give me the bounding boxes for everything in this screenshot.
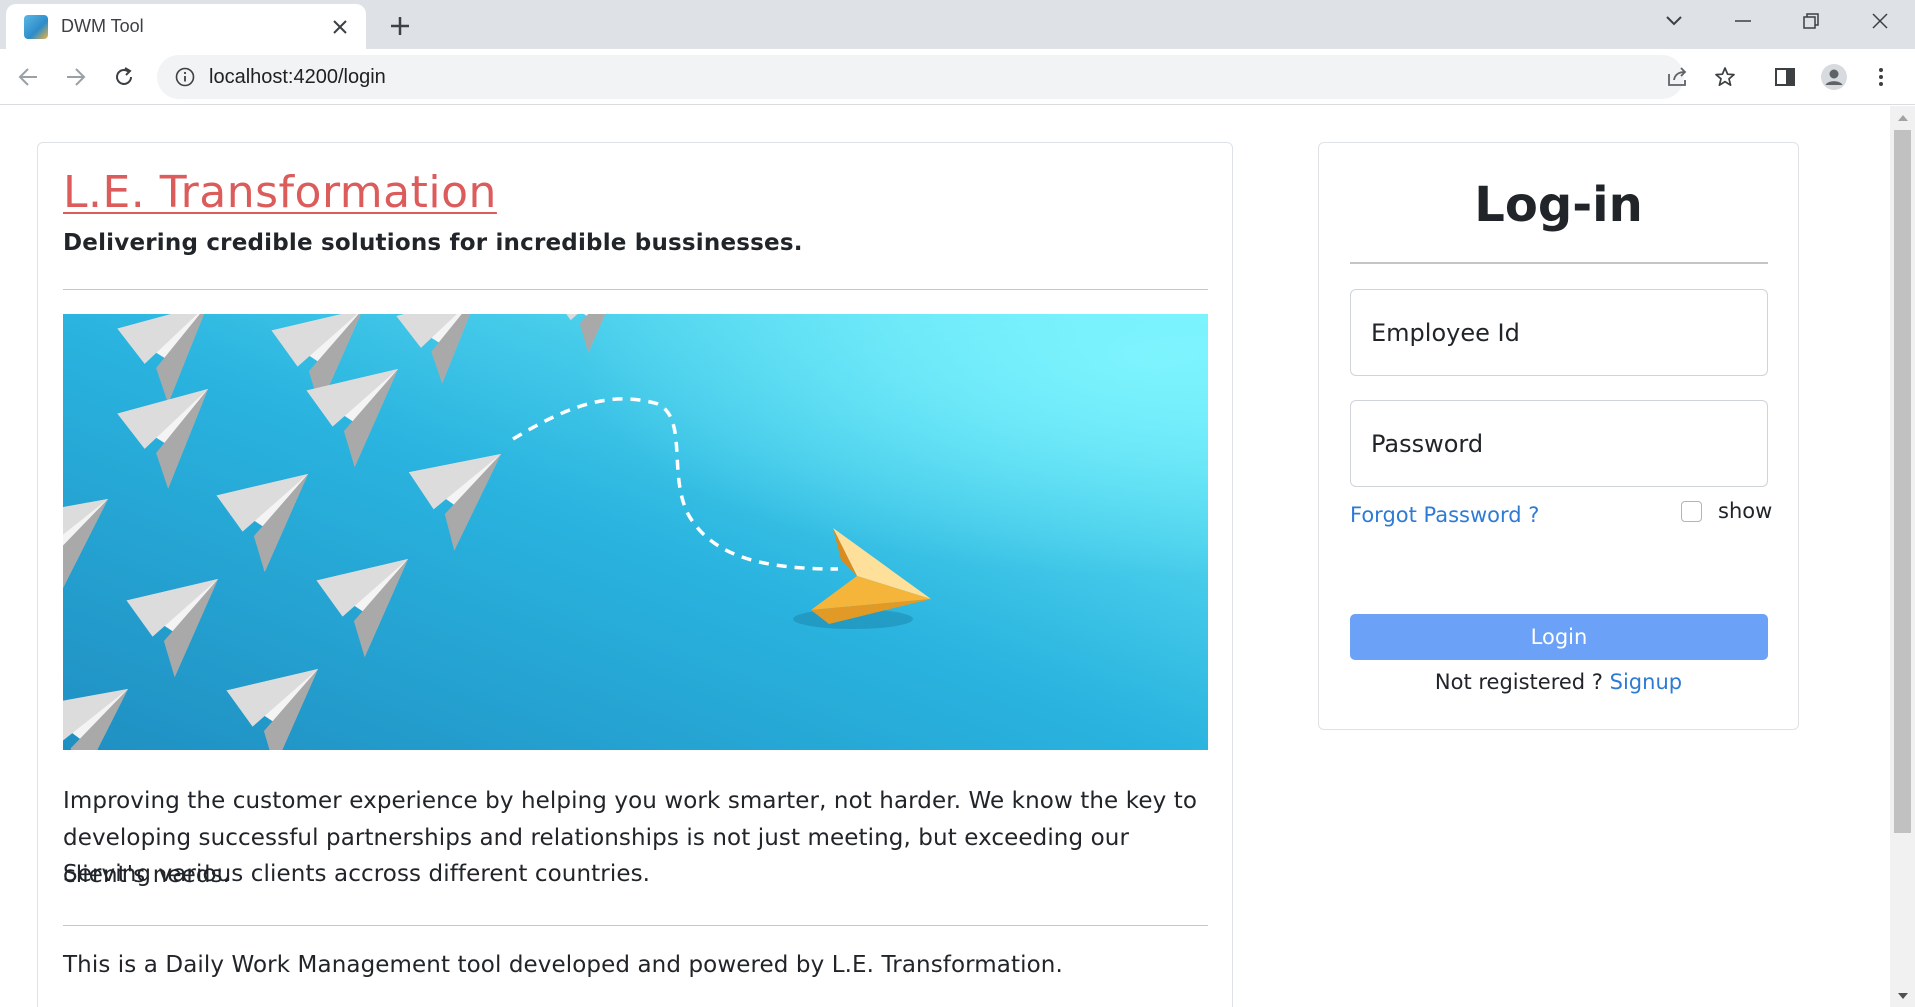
employee-id-input[interactable]: [1350, 289, 1768, 376]
tab-search-chevron-icon[interactable]: [1640, 0, 1708, 42]
hero-paper-planes-image: [63, 314, 1208, 750]
tool-description-paragraph: This is a Daily Work Management tool dev…: [63, 952, 1063, 978]
login-divider: [1350, 262, 1768, 264]
info-card: L.E. Transformation Delivering credible …: [37, 142, 1233, 1007]
profile-avatar-icon[interactable]: [1816, 59, 1852, 95]
site-info-icon[interactable]: [173, 65, 197, 89]
register-prompt: Not registered ? Signup: [1319, 664, 1798, 700]
forward-icon[interactable]: [58, 59, 94, 95]
signup-link[interactable]: Signup: [1610, 670, 1682, 694]
reload-icon[interactable]: [106, 59, 142, 95]
not-registered-text: Not registered ?: [1434, 670, 1603, 694]
side-panel-icon[interactable]: [1767, 59, 1803, 95]
page-viewport: L.E. Transformation Delivering credible …: [0, 106, 1890, 1007]
close-window-icon[interactable]: [1846, 0, 1914, 42]
login-title: Log-in: [1474, 177, 1643, 233]
login-button[interactable]: Login: [1350, 614, 1768, 660]
tab-title: DWM Tool: [61, 16, 144, 36]
back-icon[interactable]: [10, 59, 46, 95]
browser-tab[interactable]: DWM Tool: [6, 4, 366, 49]
divider: [63, 289, 1208, 290]
tab-close-icon[interactable]: [326, 13, 354, 41]
address-bar[interactable]: localhost:4200/login: [157, 55, 1684, 99]
forgot-password-link[interactable]: Forgot Password ?: [1350, 503, 1539, 527]
bookmark-star-icon[interactable]: [1707, 59, 1743, 95]
brand-title-link[interactable]: L.E. Transformation: [63, 167, 497, 218]
new-tab-icon[interactable]: [382, 8, 418, 44]
clients-paragraph: Serving various clients accross differen…: [63, 861, 651, 887]
restore-icon[interactable]: [1777, 0, 1845, 42]
share-icon[interactable]: [1659, 59, 1695, 95]
browser-toolbar: localhost:4200/login: [0, 49, 1915, 105]
show-password-checkbox[interactable]: [1681, 500, 1702, 522]
scrollbar-thumb[interactable]: [1894, 130, 1911, 833]
favicon-icon: [24, 14, 48, 39]
url-text: localhost:4200/login: [209, 65, 386, 88]
show-password-label: show: [1718, 499, 1773, 523]
tab-strip: DWM Tool: [0, 0, 1915, 49]
scroll-down-arrow-icon[interactable]: [1890, 985, 1915, 1007]
scroll-up-arrow-icon[interactable]: [1890, 106, 1915, 128]
browser-menu-icon[interactable]: [1863, 59, 1899, 95]
page-scrollbar[interactable]: [1890, 106, 1915, 1007]
brand-subtitle: Delivering credible solutions for incred…: [63, 230, 803, 256]
password-input[interactable]: [1350, 400, 1768, 487]
show-password-toggle[interactable]: show: [1681, 499, 1772, 523]
login-card: Log-in Forgot Password ? show Login Not …: [1318, 142, 1799, 730]
divider: [63, 925, 1208, 926]
minimize-icon[interactable]: [1709, 0, 1777, 42]
